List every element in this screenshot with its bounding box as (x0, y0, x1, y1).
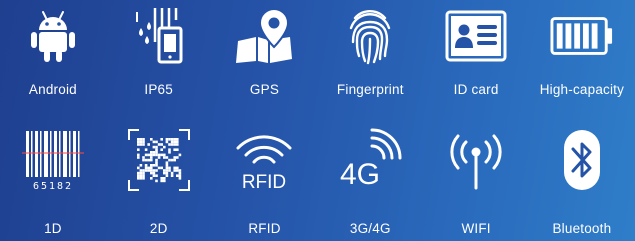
feature-label: Fingerprint (336, 82, 404, 97)
feature-id-card: ID card (423, 0, 529, 120)
feature-label: IP65 (144, 82, 173, 97)
qr-code-icon (127, 128, 191, 192)
id-card-icon (444, 4, 508, 68)
feature-label: 1D (44, 221, 62, 236)
feature-ip65: IP65 (106, 0, 212, 120)
battery-icon (550, 4, 614, 68)
feature-high-capacity: High-capacity (529, 0, 635, 120)
barcode-digits: 65182 (33, 181, 73, 192)
map-pin-icon (232, 4, 296, 68)
barcode-icon: 65182 (21, 128, 85, 192)
feature-bluetooth: Bluetooth (529, 120, 635, 241)
feature-gps: GPS (212, 0, 318, 120)
rfid-text: RFID (242, 172, 286, 192)
feature-fingerprint: Fingerprint (317, 0, 423, 120)
feature-rfid: RFID RFID (212, 120, 318, 241)
feature-3g4g: 4G 3G/4G (317, 120, 423, 241)
android-icon (21, 4, 85, 68)
rfid-icon: RFID (232, 128, 296, 192)
feature-label: RFID (248, 221, 281, 236)
bluetooth-icon (550, 128, 614, 192)
feature-label: GPS (249, 82, 280, 97)
feature-grid: Android IP65 GPS Fingerprint ID card Hig… (0, 0, 635, 241)
feature-label: Bluetooth (552, 221, 612, 236)
fingerprint-icon (338, 4, 402, 68)
feature-label: Android (28, 82, 77, 97)
feature-label: 3G/4G (349, 221, 391, 236)
cellular-4g-icon: 4G (338, 128, 402, 192)
feature-android: Android (0, 0, 106, 120)
feature-label: WIFI (461, 221, 491, 236)
wifi-antenna-icon (444, 128, 508, 192)
feature-label: High-capacity (539, 82, 625, 97)
4g-text: 4G (340, 158, 380, 191)
feature-2d: 2D (106, 120, 212, 241)
feature-1d: 65182 1D (0, 120, 106, 241)
feature-label: ID card (453, 82, 499, 97)
water-resistant-icon (127, 4, 191, 68)
feature-wifi: WIFI (423, 120, 529, 241)
feature-label: 2D (149, 221, 168, 236)
